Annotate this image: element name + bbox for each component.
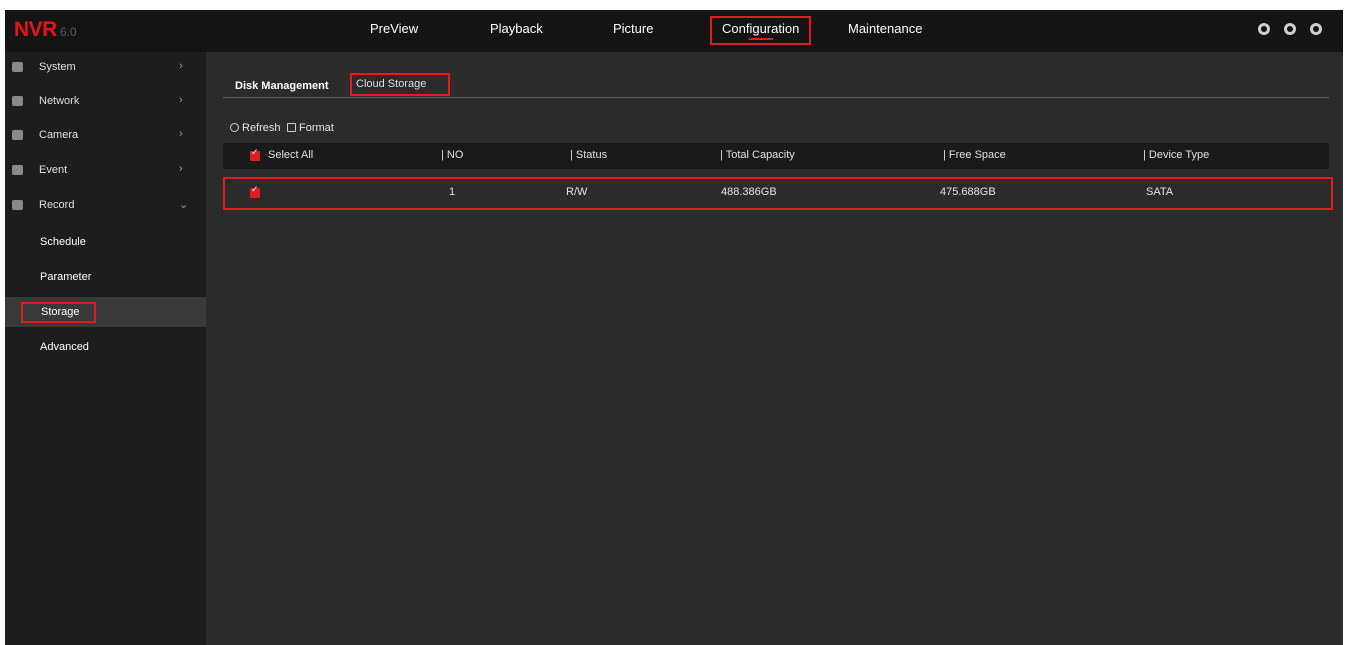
table-header: Select All | NO | Status | Total Capacit… (223, 143, 1329, 169)
refresh-icon (230, 123, 239, 132)
sidebar-subitem-schedule[interactable]: Schedule (5, 228, 206, 258)
sidebar-subitem-label: Schedule (40, 236, 86, 248)
sidebar-item-event[interactable]: Event › (5, 160, 206, 184)
cell-total-capacity: 488.386GB (721, 186, 777, 198)
sidebar-item-network[interactable]: Network › (5, 91, 206, 115)
logo-text: NVR (14, 18, 57, 41)
header-free-space: | Free Space (943, 149, 1006, 161)
refresh-label: Refresh (242, 122, 281, 134)
nav-configuration[interactable]: Configuration (710, 16, 812, 45)
nav-picture[interactable]: Picture (613, 21, 653, 36)
camera-icon (12, 130, 23, 140)
chevron-right-icon: › (179, 60, 183, 72)
table-row[interactable]: 1 R/W 488.386GB 475.688GB SATA (223, 177, 1333, 210)
sidebar-item-label: Event (39, 164, 68, 176)
nav-playback[interactable]: Playback (490, 21, 543, 36)
sidebar-item-system[interactable]: System › (5, 57, 206, 81)
format-icon (287, 123, 296, 132)
logout-icon[interactable] (1310, 23, 1322, 35)
top-bar: NVR 6.0 PreView Playback Picture Configur… (5, 10, 1343, 52)
sidebar-item-record[interactable]: Record ⌄ (5, 195, 206, 219)
logo-version: 6.0 (59, 25, 77, 39)
nav-maintenance[interactable]: Maintenance (848, 21, 922, 36)
tab-disk-management[interactable]: Disk Management (235, 80, 329, 92)
sidebar-item-camera[interactable]: Camera › (5, 125, 206, 149)
chevron-right-icon: › (179, 128, 183, 140)
cell-free-space: 475.688GB (940, 186, 996, 198)
format-button[interactable]: Format (287, 122, 334, 134)
record-icon (12, 200, 23, 210)
system-icon (12, 62, 23, 72)
sidebar-item-label: Record (39, 199, 75, 211)
nvr-app: NVR 6.0 PreView Playback Picture Configur… (5, 10, 1343, 645)
row-checkbox[interactable] (250, 185, 260, 198)
logo: NVR 6.0 (14, 18, 77, 42)
chevron-right-icon: › (179, 163, 183, 175)
sidebar-subitem-label: Advanced (40, 341, 89, 353)
cell-status: R/W (566, 186, 588, 198)
header-total-capacity: | Total Capacity (720, 149, 795, 161)
nav-preview[interactable]: PreView (370, 21, 418, 36)
header-select-all: Select All (268, 149, 314, 161)
sidebar-subitem-label: Storage (21, 302, 96, 323)
refresh-button[interactable]: Refresh (230, 122, 281, 134)
event-icon (12, 165, 23, 175)
header-device-type: | Device Type (1143, 149, 1210, 161)
cell-device-type: SATA (1146, 186, 1174, 198)
header-status: | Status (570, 149, 608, 161)
tab-cloud-storage[interactable]: Cloud Storage (350, 73, 451, 96)
tab-bar: Disk Management Cloud Storage (223, 73, 1329, 98)
sidebar-subitem-label: Parameter (40, 271, 92, 283)
sidebar-item-label: System (39, 61, 76, 73)
format-label: Format (299, 122, 334, 134)
sidebar-item-label: Network (39, 95, 80, 107)
header-no: | NO (441, 149, 464, 161)
chevron-down-icon: ⌄ (179, 199, 189, 211)
sidebar-subitem-advanced[interactable]: Advanced (5, 333, 206, 363)
select-all-checkbox[interactable] (250, 148, 260, 161)
chevron-right-icon: › (179, 94, 183, 106)
cloud-icon[interactable] (1284, 23, 1296, 35)
sidebar: System › Network › Camera › Event › Reco… (5, 52, 206, 645)
sidebar-item-label: Camera (39, 129, 79, 141)
main-content: Disk Management Cloud Storage Refresh Fo… (206, 52, 1343, 645)
sidebar-subitem-parameter[interactable]: Parameter (5, 263, 206, 293)
user-icon[interactable] (1258, 23, 1270, 35)
network-icon (12, 96, 23, 106)
sidebar-subitem-storage[interactable]: Storage (5, 297, 206, 327)
cell-no: 1 (449, 186, 456, 198)
